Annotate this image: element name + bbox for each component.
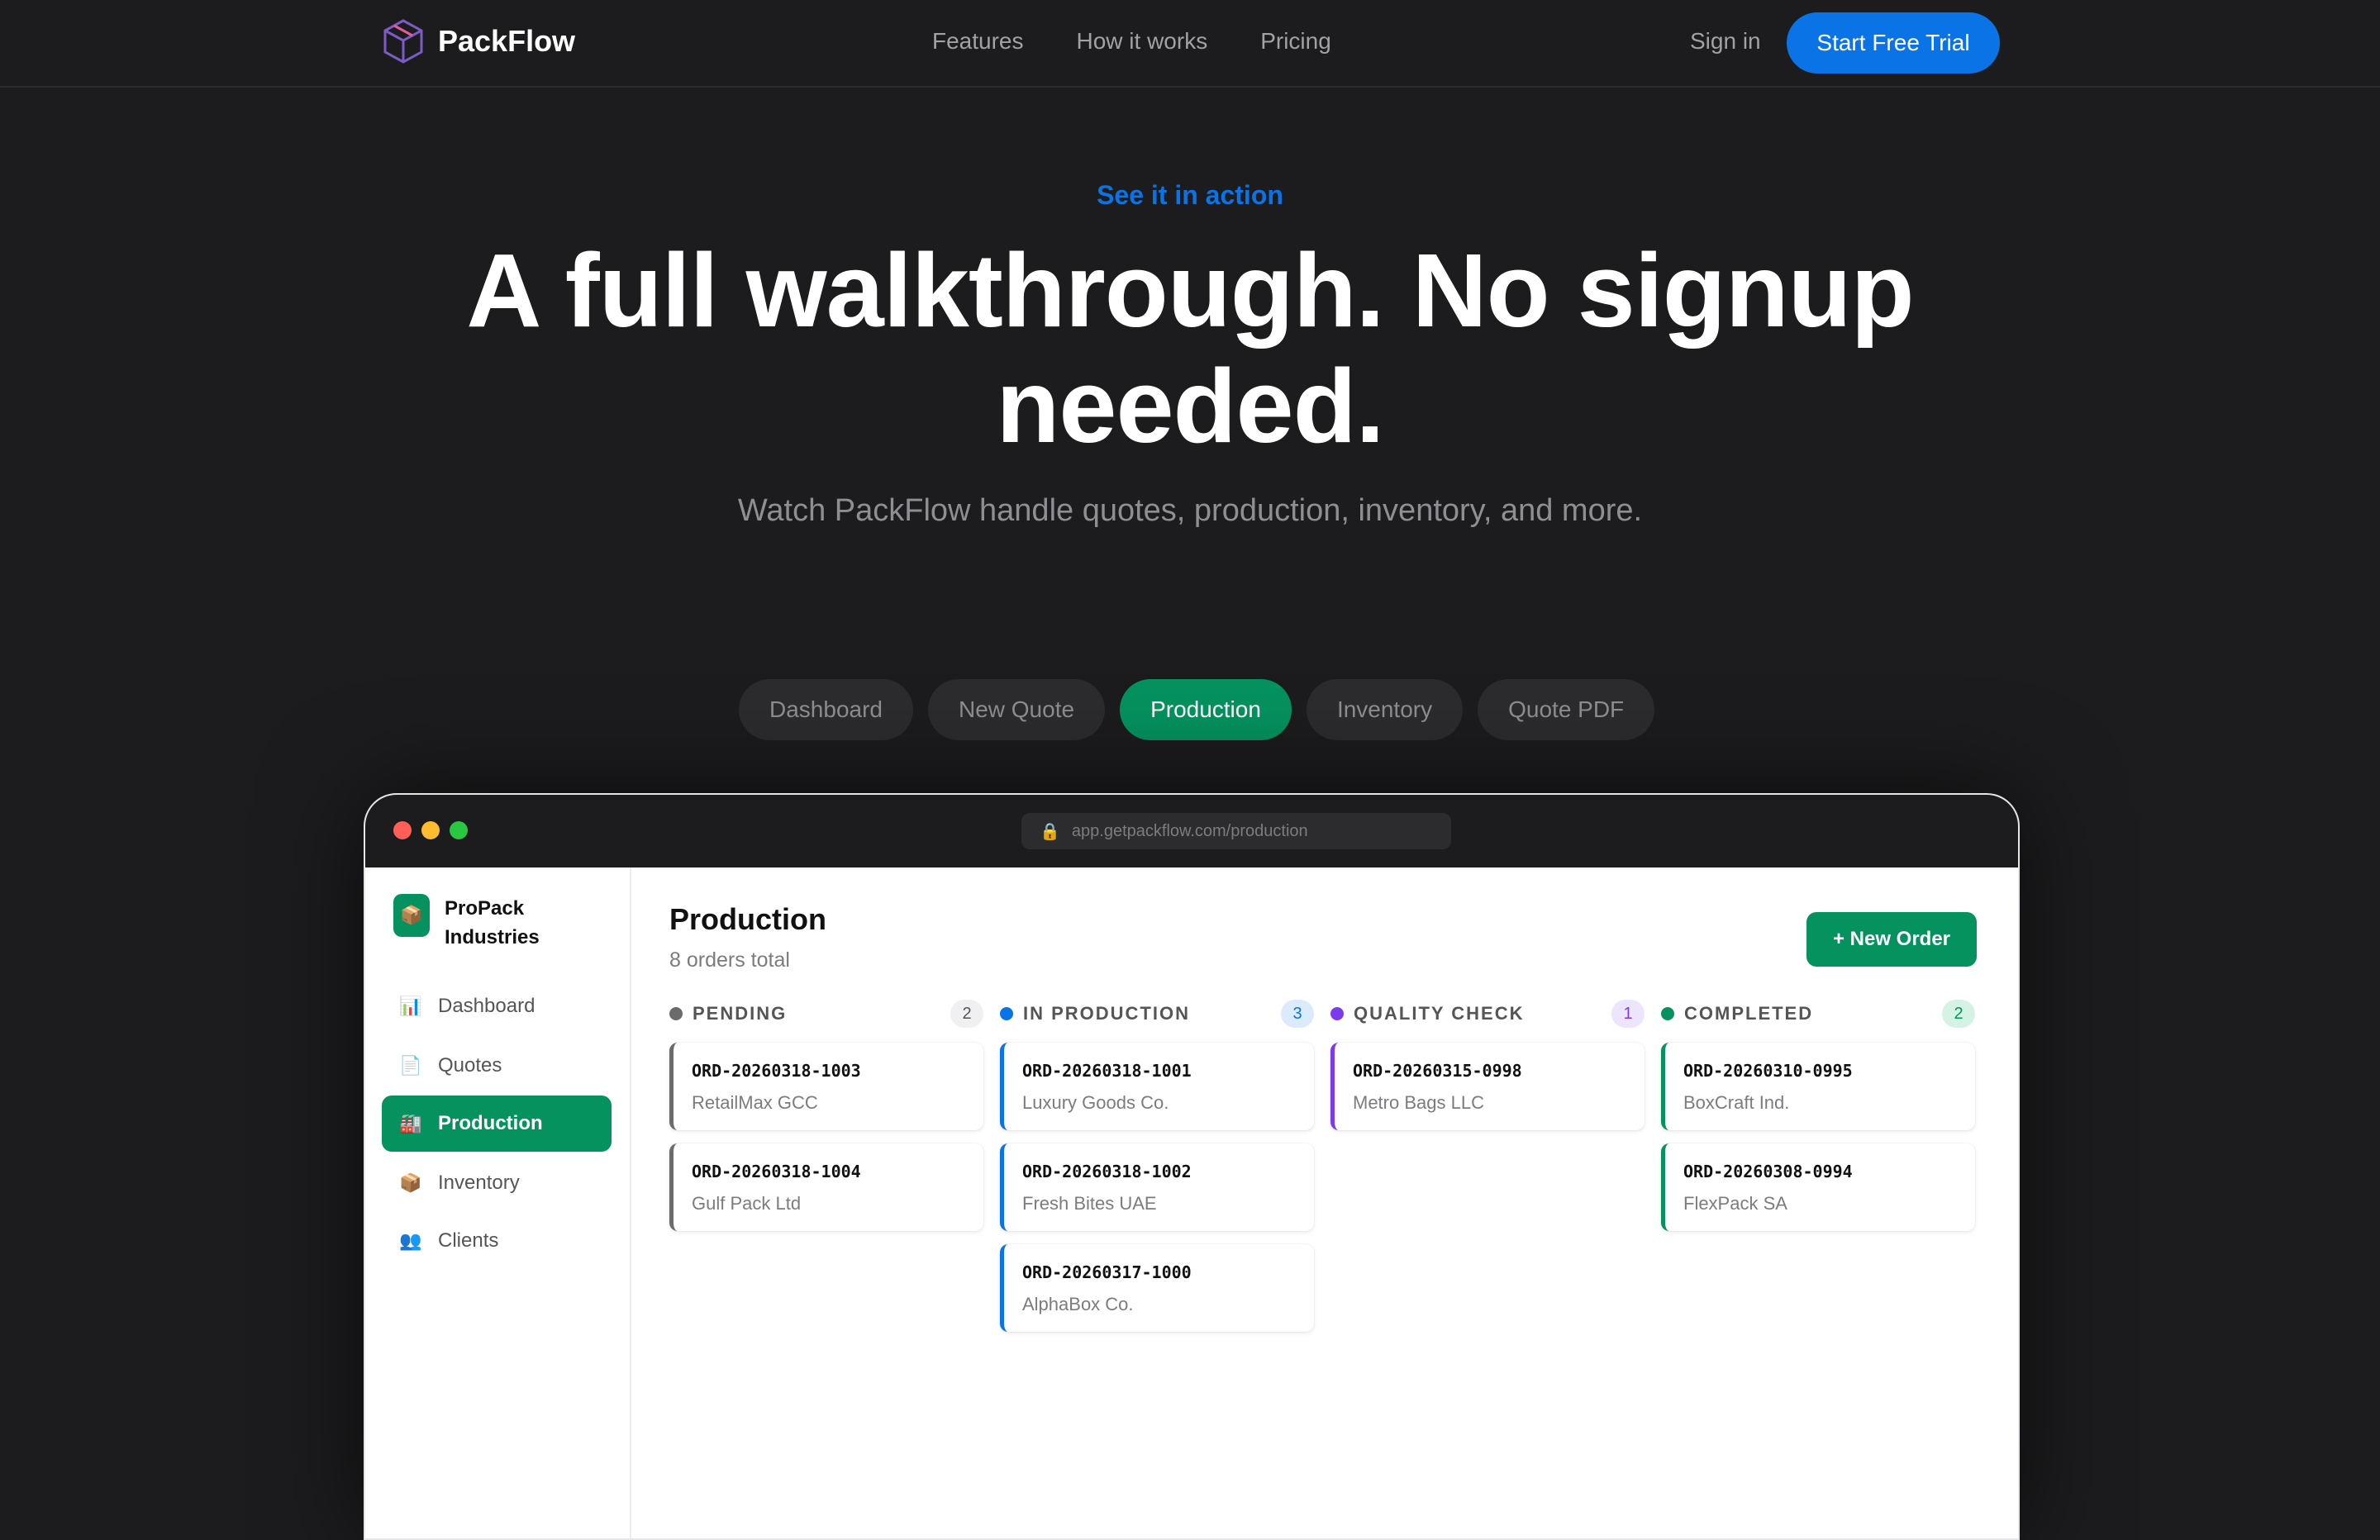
order-id: ORD-20260310-0995 bbox=[1683, 1061, 1853, 1081]
tab-dashboard[interactable]: Dashboard bbox=[739, 679, 913, 740]
bar-chart-icon: 📊 bbox=[399, 996, 422, 1016]
document-icon: 📄 bbox=[399, 1055, 422, 1076]
sidebar-item-label: Dashboard bbox=[438, 995, 536, 1017]
column-title: IN PRODUCTION bbox=[1023, 1003, 1190, 1024]
tab-new-quote[interactable]: New Quote bbox=[927, 679, 1106, 740]
url-bar[interactable]: 🔒 app.getpackflow.com/production bbox=[1021, 813, 1451, 849]
close-dot bbox=[393, 821, 412, 839]
status-dot-icon bbox=[1000, 1007, 1013, 1020]
column-header: IN PRODUCTION 3 bbox=[1000, 1000, 1314, 1028]
kanban-column-quality-check: QUALITY CHECK 1 ORD-20260315-0998 Metro Bag… bbox=[1330, 1000, 1645, 1130]
top-nav: PackFlow Features How it works Pricing S… bbox=[0, 0, 2380, 88]
order-card[interactable]: ORD-20260318-1003 RetailMax GCC bbox=[669, 1043, 983, 1130]
sidebar-item-quotes[interactable]: 📄 Quotes bbox=[382, 1038, 612, 1094]
browser-chrome: 🔒 app.getpackflow.com/production bbox=[365, 795, 2018, 867]
app-sidebar: 📦 ProPack Industries 📊 Dashboard 📄 Quotes 🏭 P… bbox=[365, 867, 631, 1538]
nav-link-pricing[interactable]: Pricing bbox=[1260, 28, 1331, 55]
company-brand: 📦 ProPack Industries bbox=[393, 894, 569, 952]
order-id: ORD-20260308-0994 bbox=[1683, 1162, 1853, 1181]
order-id: ORD-20260318-1004 bbox=[692, 1162, 861, 1181]
browser-window: 🔒 app.getpackflow.com/production 📦 ProPa… bbox=[364, 793, 2020, 1540]
order-card[interactable]: ORD-20260318-1004 Gulf Pack Ltd bbox=[669, 1143, 983, 1231]
order-card[interactable]: ORD-20260318-1001 Luxury Goods Co. bbox=[1000, 1043, 1314, 1130]
package-icon: 📦 bbox=[393, 894, 430, 937]
order-card[interactable]: ORD-20260308-0994 FlexPack SA bbox=[1661, 1143, 1975, 1231]
status-dot-icon bbox=[1661, 1007, 1674, 1020]
sidebar-item-dashboard[interactable]: 📊 Dashboard bbox=[382, 978, 612, 1034]
hero-eyebrow: See it in action bbox=[1097, 180, 1283, 210]
new-order-button[interactable]: + New Order bbox=[1806, 912, 1977, 967]
people-icon: 👥 bbox=[399, 1230, 422, 1251]
column-title: QUALITY CHECK bbox=[1354, 1003, 1525, 1024]
column-title: PENDING bbox=[693, 1003, 788, 1024]
factory-icon: 🏭 bbox=[399, 1113, 422, 1134]
sidebar-item-label: Production bbox=[438, 1112, 543, 1134]
nav-links: Features How it works Pricing bbox=[932, 28, 1331, 55]
sidebar-item-label: Inventory bbox=[438, 1172, 520, 1194]
kanban-column-pending: PENDING 2 ORD-20260318-1003 RetailMax GCC OR… bbox=[669, 1000, 983, 1231]
start-free-trial-button[interactable]: Start Free Trial bbox=[1787, 12, 2000, 74]
order-card[interactable]: ORD-20260310-0995 BoxCraft Ind. bbox=[1661, 1043, 1975, 1130]
order-id: ORD-20260318-1003 bbox=[692, 1061, 861, 1081]
order-client: Gulf Pack Ltd bbox=[692, 1193, 802, 1214]
order-id: ORD-20260318-1002 bbox=[1022, 1162, 1192, 1181]
column-header: COMPLETED 2 bbox=[1661, 1000, 1975, 1028]
column-header: PENDING 2 bbox=[669, 1000, 983, 1028]
hero-headline: A full walkthrough. No signup needed. bbox=[466, 232, 1914, 464]
order-id: ORD-20260318-1001 bbox=[1022, 1061, 1192, 1081]
app-view: 📦 ProPack Industries 📊 Dashboard 📄 Quotes 🏭 P… bbox=[365, 867, 2018, 1538]
sidebar-item-clients[interactable]: 👥 Clients bbox=[382, 1213, 612, 1269]
column-count-badge: 2 bbox=[1942, 1000, 1975, 1028]
brand-logo[interactable]: PackFlow bbox=[382, 18, 575, 64]
order-card[interactable]: ORD-20260315-0998 Metro Bags LLC bbox=[1330, 1043, 1645, 1130]
status-dot-icon bbox=[669, 1007, 683, 1020]
kanban-column-in-production: IN PRODUCTION 3 ORD-20260318-1001 Luxury Go… bbox=[1000, 1000, 1314, 1332]
production-board: Production 8 orders total + New Order PE… bbox=[630, 867, 2018, 1538]
tab-inventory[interactable]: Inventory bbox=[1306, 679, 1464, 740]
demo-tabs: Dashboard New Quote Production Inventory Quo… bbox=[739, 679, 1655, 740]
brand-name: PackFlow bbox=[438, 24, 576, 58]
tab-production[interactable]: Production bbox=[1120, 679, 1292, 740]
order-client: FlexPack SA bbox=[1683, 1193, 1787, 1214]
company-name: ProPack Industries bbox=[445, 897, 540, 948]
maximize-dot bbox=[450, 821, 468, 839]
sidebar-item-inventory[interactable]: 📦 Inventory bbox=[382, 1155, 612, 1211]
page-subtitle: 8 orders total bbox=[669, 948, 790, 972]
hero-subline: Watch PackFlow handle quotes, production… bbox=[737, 493, 1643, 528]
sign-in-link[interactable]: Sign in bbox=[1690, 28, 1761, 55]
order-card[interactable]: ORD-20260317-1000 AlphaBox Co. bbox=[1000, 1244, 1314, 1332]
column-count-badge: 3 bbox=[1281, 1000, 1314, 1028]
order-client: RetailMax GCC bbox=[692, 1092, 818, 1113]
lock-icon: 🔒 bbox=[1040, 822, 1060, 841]
order-client: Metro Bags LLC bbox=[1353, 1092, 1484, 1113]
kanban-column-completed: COMPLETED 2 ORD-20260310-0995 BoxCraft Ind.… bbox=[1661, 1000, 1975, 1231]
url-text: app.getpackflow.com/production bbox=[1071, 821, 1308, 840]
nav-link-features[interactable]: Features bbox=[932, 28, 1024, 55]
column-title: COMPLETED bbox=[1684, 1003, 1814, 1024]
order-card[interactable]: ORD-20260318-1002 Fresh Bites UAE bbox=[1000, 1143, 1314, 1231]
page-title: Production bbox=[669, 902, 826, 936]
cube-logo-icon bbox=[383, 19, 423, 64]
sidebar-item-label: Quotes bbox=[438, 1054, 502, 1077]
nav-link-how-it-works[interactable]: How it works bbox=[1077, 28, 1208, 55]
package-icon: 📦 bbox=[399, 1172, 422, 1193]
sidebar-item-label: Clients bbox=[438, 1229, 499, 1252]
status-dot-icon bbox=[1330, 1007, 1344, 1020]
order-id: ORD-20260317-1000 bbox=[1022, 1262, 1192, 1282]
order-id: ORD-20260315-0998 bbox=[1353, 1061, 1522, 1081]
column-count-badge: 2 bbox=[950, 1000, 983, 1028]
order-client: Fresh Bites UAE bbox=[1022, 1193, 1157, 1214]
column-count-badge: 1 bbox=[1611, 1000, 1645, 1028]
order-client: BoxCraft Ind. bbox=[1683, 1092, 1790, 1113]
order-client: Luxury Goods Co. bbox=[1022, 1092, 1169, 1113]
minimize-dot bbox=[421, 821, 440, 839]
sidebar-item-production[interactable]: 🏭 Production bbox=[382, 1096, 612, 1152]
column-header: QUALITY CHECK 1 bbox=[1330, 1000, 1645, 1028]
order-client: AlphaBox Co. bbox=[1022, 1294, 1134, 1314]
tab-quote-pdf[interactable]: Quote PDF bbox=[1478, 679, 1655, 740]
